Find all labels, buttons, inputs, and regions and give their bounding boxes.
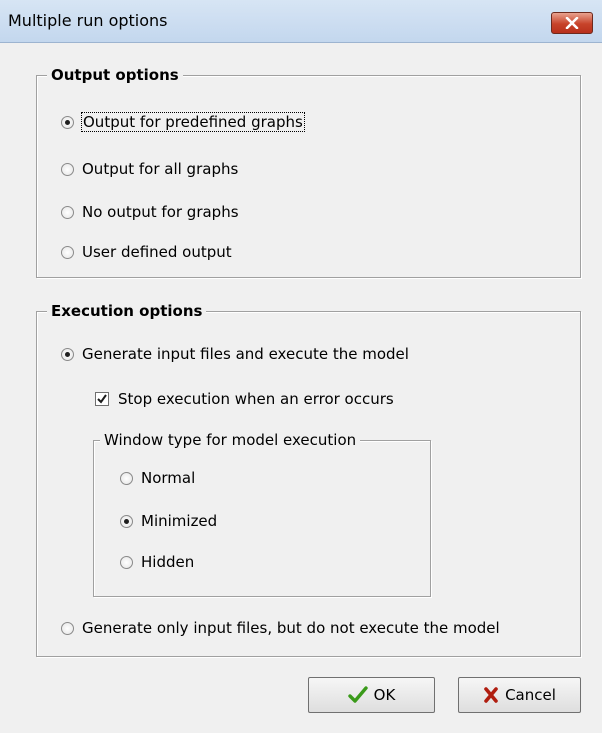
- radio-window-hidden[interactable]: Hidden: [120, 551, 194, 573]
- ok-label: OK: [373, 686, 396, 704]
- checkbox-label: Stop execution when an error occurs: [118, 390, 394, 408]
- ok-button[interactable]: OK: [308, 677, 435, 713]
- window-type-group: Window type for model execution Normal M…: [93, 430, 431, 597]
- x-icon: [483, 687, 499, 703]
- radio-output-none[interactable]: No output for graphs: [61, 201, 239, 223]
- radio-label: Output for predefined graphs: [81, 112, 305, 132]
- radio-window-normal[interactable]: Normal: [120, 467, 195, 489]
- cancel-label: Cancel: [505, 686, 556, 704]
- radio-label: Hidden: [141, 553, 195, 571]
- radio-button[interactable]: [61, 162, 74, 176]
- radio-label: Generate only input files, but do not ex…: [82, 619, 500, 637]
- checkmark-icon: [347, 686, 368, 704]
- close-button[interactable]: [551, 12, 593, 34]
- close-icon: [565, 17, 579, 29]
- radio-button[interactable]: [61, 621, 74, 635]
- radio-button[interactable]: [61, 245, 74, 259]
- title-bar: Multiple run options: [0, 0, 602, 43]
- checkbox[interactable]: [95, 392, 109, 406]
- execution-options-legend: Execution options: [47, 301, 207, 321]
- radio-output-all[interactable]: Output for all graphs: [61, 158, 238, 180]
- cancel-button[interactable]: Cancel: [458, 677, 581, 713]
- radio-button[interactable]: [61, 205, 74, 219]
- radio-label: User defined output: [82, 243, 232, 261]
- radio-output-predefined[interactable]: Output for predefined graphs: [61, 111, 305, 133]
- window-title: Multiple run options: [8, 11, 168, 30]
- execution-options-group: Execution options Generate input files a…: [36, 301, 581, 657]
- checkmark-icon: [97, 394, 107, 404]
- output-options-legend: Output options: [47, 65, 183, 85]
- radio-button[interactable]: [120, 471, 133, 485]
- radio-label: No output for graphs: [82, 203, 239, 221]
- radio-generate-and-execute[interactable]: Generate input files and execute the mod…: [61, 343, 409, 365]
- window-type-legend: Window type for model execution: [100, 430, 361, 450]
- dialog-body: Output options Output for predefined gra…: [0, 43, 602, 733]
- checkbox-stop-on-error[interactable]: Stop execution when an error occurs: [95, 388, 394, 410]
- radio-label: Normal: [141, 469, 196, 487]
- output-options-group: Output options Output for predefined gra…: [36, 65, 581, 278]
- radio-output-user-defined[interactable]: User defined output: [61, 241, 232, 263]
- radio-label: Output for all graphs: [82, 160, 239, 178]
- radio-button[interactable]: [120, 514, 133, 528]
- radio-button[interactable]: [120, 555, 133, 569]
- radio-label: Generate input files and execute the mod…: [82, 345, 409, 363]
- radio-button[interactable]: [61, 115, 74, 129]
- radio-button[interactable]: [61, 347, 74, 361]
- radio-label: Minimized: [141, 512, 218, 530]
- radio-window-minimized[interactable]: Minimized: [120, 510, 217, 532]
- radio-generate-only[interactable]: Generate only input files, but do not ex…: [61, 617, 500, 639]
